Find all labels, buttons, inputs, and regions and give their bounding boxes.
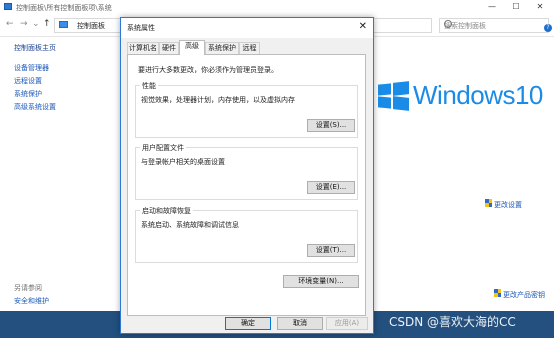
admin-note: 要进行大多数更改，你必须作为管理员登录。 xyxy=(138,66,278,74)
link-security-maintenance[interactable]: 安全和维护 xyxy=(14,296,49,306)
dialog-titlebar: 系统属性 ✕ xyxy=(121,18,373,38)
maximize-button[interactable]: ☐ xyxy=(504,0,528,14)
apply-button[interactable]: 应用(A) xyxy=(326,317,368,330)
search-icon xyxy=(444,20,452,28)
close-button[interactable]: ✕ xyxy=(528,0,552,14)
tab-remote[interactable]: 远程 xyxy=(239,42,260,54)
admin-shield-icon xyxy=(485,199,492,207)
dialog-title: 系统属性 xyxy=(127,24,155,32)
system-icon xyxy=(4,3,12,10)
startup-recovery-legend: 启动和故障恢复 xyxy=(140,206,193,216)
control-panel-titlebar: 控制面板\所有控制面板项\系统 — ☐ ✕ xyxy=(0,0,554,14)
breadcrumb-control-panel[interactable]: 控制面板 xyxy=(77,21,105,31)
link-advanced-settings[interactable]: 高级系统设置 xyxy=(14,102,56,112)
link-remote-settings[interactable]: 远程设置 xyxy=(14,76,42,86)
user-profiles-description: 与登录帐户相关的桌面设置 xyxy=(141,158,225,166)
link-device-manager[interactable]: 设备管理器 xyxy=(14,63,49,73)
up-arrow-icon[interactable]: ↑ xyxy=(43,19,51,29)
dialog-close-button[interactable]: ✕ xyxy=(359,21,367,32)
startup-recovery-group: 启动和故障恢复 系统启动、系统故障和调试信息 设置(T)... xyxy=(135,206,358,263)
environment-variables-button[interactable]: 环境变量(N)... xyxy=(283,275,359,288)
system-properties-dialog: 系统属性 ✕ 计算机名 硬件 高级 系统保护 远程 要进行大多数更改，你必须作为… xyxy=(120,17,374,334)
control-panel-title: 控制面板\所有控制面板项\系统 xyxy=(16,4,112,12)
tab-computer-name[interactable]: 计算机名 xyxy=(127,42,159,54)
search-input[interactable]: 搜索控制面板 xyxy=(439,18,549,33)
user-profiles-settings-button[interactable]: 设置(E)... xyxy=(307,181,355,194)
startup-recovery-settings-button[interactable]: 设置(T)... xyxy=(307,244,355,257)
link-system-protection[interactable]: 系统保护 xyxy=(14,89,42,99)
advanced-tab-panel: 要进行大多数更改，你必须作为管理员登录。 性能 视觉效果，处理器计划，内存使用，… xyxy=(127,54,366,316)
help-icon[interactable]: ? xyxy=(544,24,552,32)
back-arrow-icon[interactable]: ← xyxy=(6,19,14,29)
link-control-panel-home[interactable]: 控制面板主页 xyxy=(14,43,56,53)
user-profiles-legend: 用户配置文件 xyxy=(140,143,186,153)
performance-settings-button[interactable]: 设置(S)... xyxy=(307,119,355,132)
link-change-product-key[interactable]: 更改产品密钥 xyxy=(503,290,545,300)
performance-description: 视觉效果，处理器计划，内存使用，以及虚拟内存 xyxy=(141,96,295,104)
tab-hardware[interactable]: 硬件 xyxy=(159,42,179,54)
minimize-button[interactable]: — xyxy=(480,0,504,14)
see-also-heading: 另请参阅 xyxy=(14,284,42,292)
computer-icon xyxy=(59,21,68,28)
admin-shield-icon xyxy=(494,289,501,297)
performance-legend: 性能 xyxy=(140,81,158,91)
tab-system-protection[interactable]: 系统保护 xyxy=(205,42,239,54)
forward-arrow-icon[interactable]: → xyxy=(20,19,28,29)
performance-group: 性能 视觉效果，处理器计划，内存使用，以及虚拟内存 设置(S)... xyxy=(135,81,358,138)
link-change-settings[interactable]: 更改设置 xyxy=(494,200,522,210)
user-profiles-group: 用户配置文件 与登录帐户相关的桌面设置 设置(E)... xyxy=(135,143,358,200)
windows-10-wordmark: Windows10 xyxy=(413,80,543,110)
tab-advanced[interactable]: 高级 xyxy=(179,40,205,55)
watermark-text: CSDN @喜欢大海的CC xyxy=(389,315,516,329)
ok-button[interactable]: 确定 xyxy=(225,317,271,330)
cancel-button[interactable]: 取消 xyxy=(277,317,323,330)
startup-recovery-description: 系统启动、系统故障和调试信息 xyxy=(141,221,239,229)
recent-locations-icon[interactable]: ⌄ xyxy=(32,19,40,29)
